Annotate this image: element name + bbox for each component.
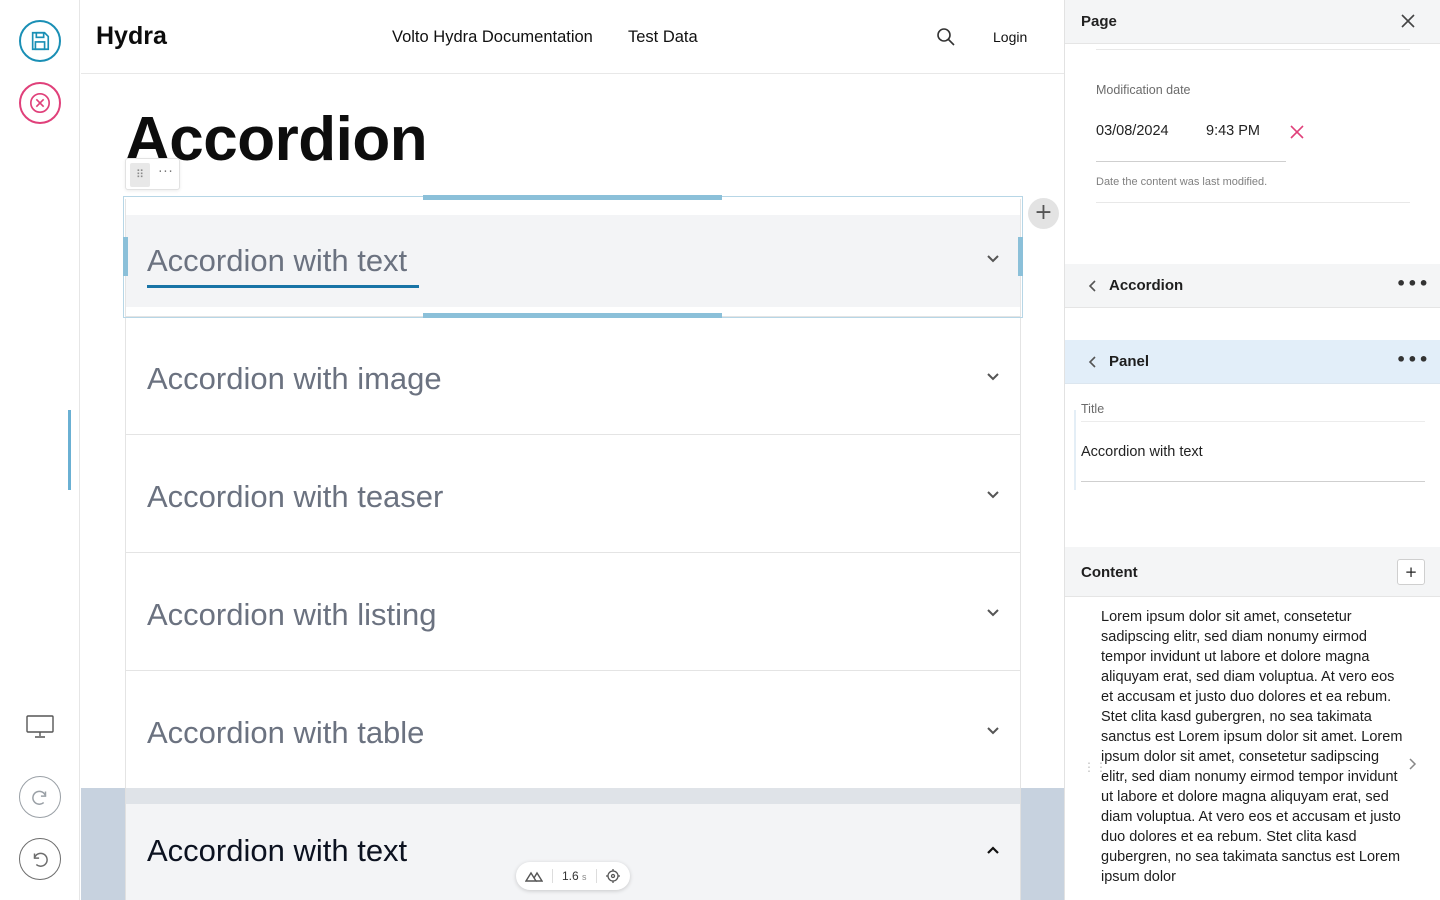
divider	[1096, 202, 1410, 203]
accordion-item[interactable]: Accordion with image	[125, 317, 1021, 435]
close-icon[interactable]	[1400, 13, 1416, 29]
chevron-down-icon[interactable]	[986, 372, 1000, 382]
render-time-value: 1.6	[562, 869, 579, 883]
date-field-underline	[1096, 161, 1286, 162]
add-content-button[interactable]: +	[1397, 559, 1425, 585]
accordion-item-selected[interactable]: Accordion with text	[125, 199, 1021, 317]
desktop-preview-button[interactable]	[25, 714, 55, 740]
nuxt-logo-icon[interactable]	[525, 870, 543, 882]
chevron-down-icon[interactable]	[986, 608, 1000, 618]
cancel-button[interactable]	[19, 82, 61, 124]
accordion-item[interactable]: Accordion with teaser	[125, 435, 1021, 553]
field-focus-bar	[1074, 410, 1076, 490]
more-options-icon[interactable]: •••	[1396, 350, 1430, 369]
resize-handle-top[interactable]	[423, 195, 722, 200]
accordion-item-title: Accordion with text	[147, 833, 408, 868]
login-link[interactable]: Login	[993, 29, 1027, 45]
more-options-icon[interactable]: •••	[1396, 274, 1430, 293]
modification-date-input[interactable]: 03/08/2024	[1096, 123, 1169, 139]
breadcrumb-title: Accordion	[1109, 277, 1184, 294]
title-field-underline	[1081, 481, 1425, 482]
drag-handle-icon[interactable]: ⠿	[130, 163, 150, 187]
chevron-down-icon[interactable]	[986, 254, 1000, 264]
sidebar-page-header: Page	[1065, 0, 1440, 44]
sidebar-breadcrumb-accordion[interactable]: Accordion •••	[1065, 264, 1440, 308]
accordion-item-title: Accordion with image	[147, 361, 442, 396]
accordion-item-title: Accordion with teaser	[147, 479, 444, 514]
divider	[1081, 421, 1425, 422]
accordion-open-divider	[126, 788, 1020, 804]
block-menu-button[interactable]: ···	[156, 162, 176, 186]
undo-icon	[33, 852, 48, 867]
redo-icon	[32, 790, 47, 805]
search-icon[interactable]	[936, 27, 956, 47]
site-logo[interactable]: Hydra	[96, 22, 167, 51]
accordion-item-title: Accordion with table	[147, 715, 425, 750]
redo-button[interactable]	[19, 776, 61, 818]
modification-date-label: Modification date	[1096, 83, 1191, 97]
divider	[1096, 49, 1410, 50]
add-block-button[interactable]: +	[1028, 198, 1059, 229]
desktop-preview-icon	[26, 715, 54, 738]
sidebar-page-title: Page	[1081, 13, 1117, 30]
sidebar-breadcrumb-panel[interactable]: Panel •••	[1065, 340, 1440, 384]
resize-handle-right[interactable]	[1018, 237, 1023, 276]
page-preview: Hydra Volto Hydra Documentation Test Dat…	[81, 0, 1064, 900]
cancel-icon	[30, 93, 50, 113]
undo-button[interactable]	[19, 838, 61, 880]
accordion-item-title[interactable]: Accordion with text	[147, 243, 407, 279]
content-block-text[interactable]: Lorem ipsum dolor sit amet, consetetur s…	[1101, 607, 1405, 887]
nav-link-documentation[interactable]: Volto Hydra Documentation	[392, 28, 593, 47]
title-input[interactable]: Accordion with text	[1081, 444, 1203, 460]
title-field-label: Title	[1081, 402, 1105, 416]
accordion-item[interactable]: Accordion with table	[125, 671, 1021, 789]
render-time-unit: s	[582, 872, 587, 882]
clear-date-icon[interactable]	[1289, 124, 1305, 140]
title-focus-underline	[147, 285, 419, 288]
devtools-pill[interactable]: 1.6 s	[516, 862, 630, 890]
render-time: 1.6 s	[553, 869, 596, 883]
block-quick-toolbar: ⠿ ···	[125, 158, 180, 190]
modification-date-help: Date the content was last modified.	[1096, 176, 1268, 188]
modification-time-input[interactable]: 9:43 PM	[1206, 123, 1260, 139]
editor-toolbar	[0, 0, 80, 900]
save-button[interactable]	[19, 20, 61, 62]
content-section-title: Content	[1081, 564, 1138, 581]
save-icon	[31, 31, 50, 51]
chevron-down-icon[interactable]	[986, 726, 1000, 736]
crosshair-icon[interactable]	[605, 869, 620, 883]
resize-handle-bottom[interactable]	[423, 313, 722, 318]
chevron-left-icon[interactable]	[1087, 355, 1097, 369]
pill-separator	[595, 869, 597, 883]
chevron-up-icon[interactable]	[986, 845, 1000, 855]
content-section-header: Content +	[1065, 547, 1440, 597]
chevron-down-icon[interactable]	[986, 490, 1000, 500]
accordion-item-title: Accordion with listing	[147, 597, 437, 632]
nav-link-test-data[interactable]: Test Data	[628, 28, 698, 47]
settings-sidebar: Page Modification date 03/08/2024 9:43 P…	[1064, 0, 1440, 900]
site-header: Hydra Volto Hydra Documentation Test Dat…	[81, 0, 1064, 74]
chevron-right-icon[interactable]	[1408, 757, 1418, 771]
accordion-item[interactable]: Accordion with listing	[125, 553, 1021, 671]
breadcrumb-title: Panel	[1109, 353, 1150, 370]
chevron-left-icon[interactable]	[1087, 279, 1097, 293]
toolbar-scroll-indicator	[68, 410, 71, 490]
resize-handle-left[interactable]	[123, 237, 128, 276]
